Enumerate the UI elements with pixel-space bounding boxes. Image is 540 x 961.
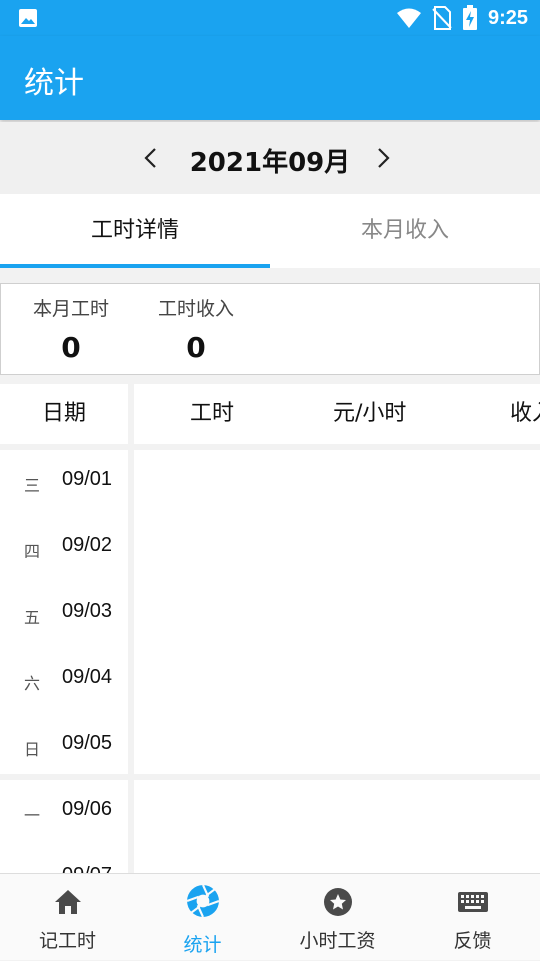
- date-label: 09/07: [62, 864, 112, 873]
- nav-statistics[interactable]: 统计: [135, 874, 270, 961]
- page-title: 统计: [24, 66, 84, 101]
- day-row[interactable]: 六 09/04: [0, 648, 128, 714]
- summary-hours-label: 本月工时: [32, 298, 109, 320]
- chevron-right-icon[interactable]: [368, 140, 398, 176]
- week-data-1: [134, 450, 540, 774]
- weekday-label: 五: [24, 608, 41, 627]
- date-label: 09/05: [62, 732, 113, 754]
- column-header-hourly-rate: 元/小时: [333, 401, 407, 426]
- column-header-hours: 工时: [190, 401, 235, 426]
- weekday-label: 三: [24, 476, 41, 495]
- date-label: 09/01: [62, 468, 113, 490]
- summary-card: 本月工时 0 工时收入 0: [0, 283, 540, 375]
- week-data-2: [134, 780, 540, 873]
- nav-label: 小时工资: [299, 930, 376, 952]
- battery-charging-icon: [462, 5, 477, 30]
- day-row[interactable]: 一 09/06: [0, 780, 128, 846]
- summary-hours: 本月工时 0: [11, 294, 131, 364]
- week-dates-1: 三 09/01 四 09/02 五 09/03 六 09/04 日 09/05: [0, 450, 128, 774]
- weekday-label: 一: [24, 806, 41, 825]
- bottom-navigation: 记工时 统计 小时工资 反馈: [0, 873, 540, 960]
- column-header-income: 收入: [510, 401, 540, 426]
- summary-hours-value: 0: [61, 331, 81, 364]
- date-column-header: 日期: [0, 384, 128, 444]
- wifi-icon: [396, 8, 421, 28]
- tab-monthly-income[interactable]: 本月收入: [270, 194, 540, 268]
- tab-bar: 工时详情 本月收入: [0, 194, 540, 268]
- no-sim-icon: [432, 6, 452, 30]
- app-bar: 统计: [0, 36, 540, 120]
- image-icon: [19, 9, 37, 27]
- nav-record-hours[interactable]: 记工时: [0, 874, 135, 961]
- keyboard-icon: [457, 892, 488, 912]
- day-row[interactable]: 二 09/07: [0, 846, 128, 873]
- nav-label: 反馈: [453, 930, 492, 952]
- date-label: 09/03: [62, 600, 113, 622]
- weekday-label: 四: [24, 542, 41, 561]
- nav-label: 统计: [183, 934, 222, 956]
- star-badge-icon: [323, 888, 352, 916]
- status-bar: 9:25: [0, 0, 540, 36]
- month-selector: 2021年09月: [0, 122, 540, 194]
- day-row[interactable]: 四 09/02: [0, 516, 128, 582]
- nav-feedback[interactable]: 反馈: [405, 874, 540, 961]
- summary-income: 工时收入 0: [136, 294, 256, 364]
- day-row[interactable]: 日 09/05: [0, 714, 128, 774]
- date-label: 09/04: [62, 666, 113, 688]
- nav-hourly-wage[interactable]: 小时工资: [270, 874, 405, 961]
- day-row[interactable]: 五 09/03: [0, 582, 128, 648]
- day-row[interactable]: 三 09/01: [0, 450, 128, 516]
- nav-label: 记工时: [38, 930, 96, 952]
- home-icon: [54, 890, 81, 914]
- table-header-scroll[interactable]: 工时 元/小时 收入: [134, 384, 540, 444]
- date-label: 09/02: [62, 534, 113, 556]
- summary-income-label: 工时收入: [157, 298, 234, 320]
- month-label: 2021年09月: [189, 148, 351, 178]
- clock: 9:25: [487, 6, 528, 29]
- shutter-icon: [186, 884, 219, 918]
- date-label: 09/06: [62, 798, 113, 820]
- tab-indicator: [0, 264, 270, 268]
- tab-hours-detail[interactable]: 工时详情: [0, 194, 270, 268]
- weekday-label: 日: [24, 740, 41, 759]
- week-dates-2: 一 09/06 二 09/07: [0, 780, 128, 873]
- summary-income-value: 0: [186, 331, 206, 364]
- weekday-label: 六: [24, 674, 41, 693]
